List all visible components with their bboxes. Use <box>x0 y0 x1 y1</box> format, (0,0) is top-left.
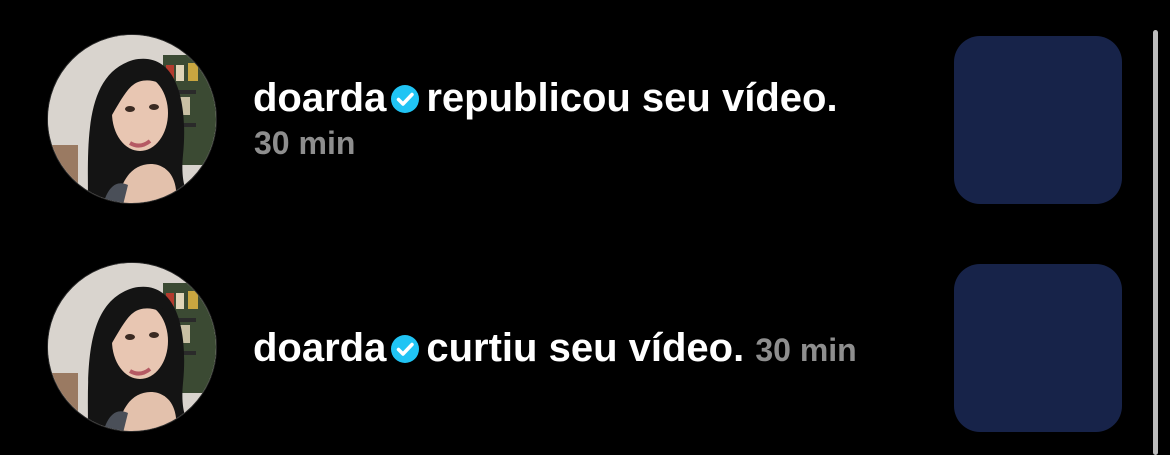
notification-text: doarda curtiu seu vídeo. 30 min <box>253 324 857 374</box>
notification-time: 30 min <box>254 125 356 161</box>
notification-time: 30 min <box>755 332 857 368</box>
video-thumbnail[interactable] <box>954 264 1122 432</box>
avatar-image <box>48 35 216 203</box>
avatar[interactable] <box>47 262 217 432</box>
video-thumbnail[interactable] <box>954 36 1122 204</box>
notification-action: curtiu seu vídeo. <box>426 326 745 370</box>
username[interactable]: doarda <box>253 326 386 370</box>
username[interactable]: doarda <box>253 76 386 120</box>
verified-badge-icon <box>390 334 420 364</box>
avatar[interactable] <box>47 34 217 204</box>
avatar-image <box>48 263 216 431</box>
notification-action: republicou seu vídeo. <box>426 76 838 120</box>
scrollbar[interactable] <box>1153 30 1158 455</box>
verified-badge-icon <box>390 84 420 114</box>
notification-text: doarda republicou seu vídeo. <box>253 74 838 122</box>
